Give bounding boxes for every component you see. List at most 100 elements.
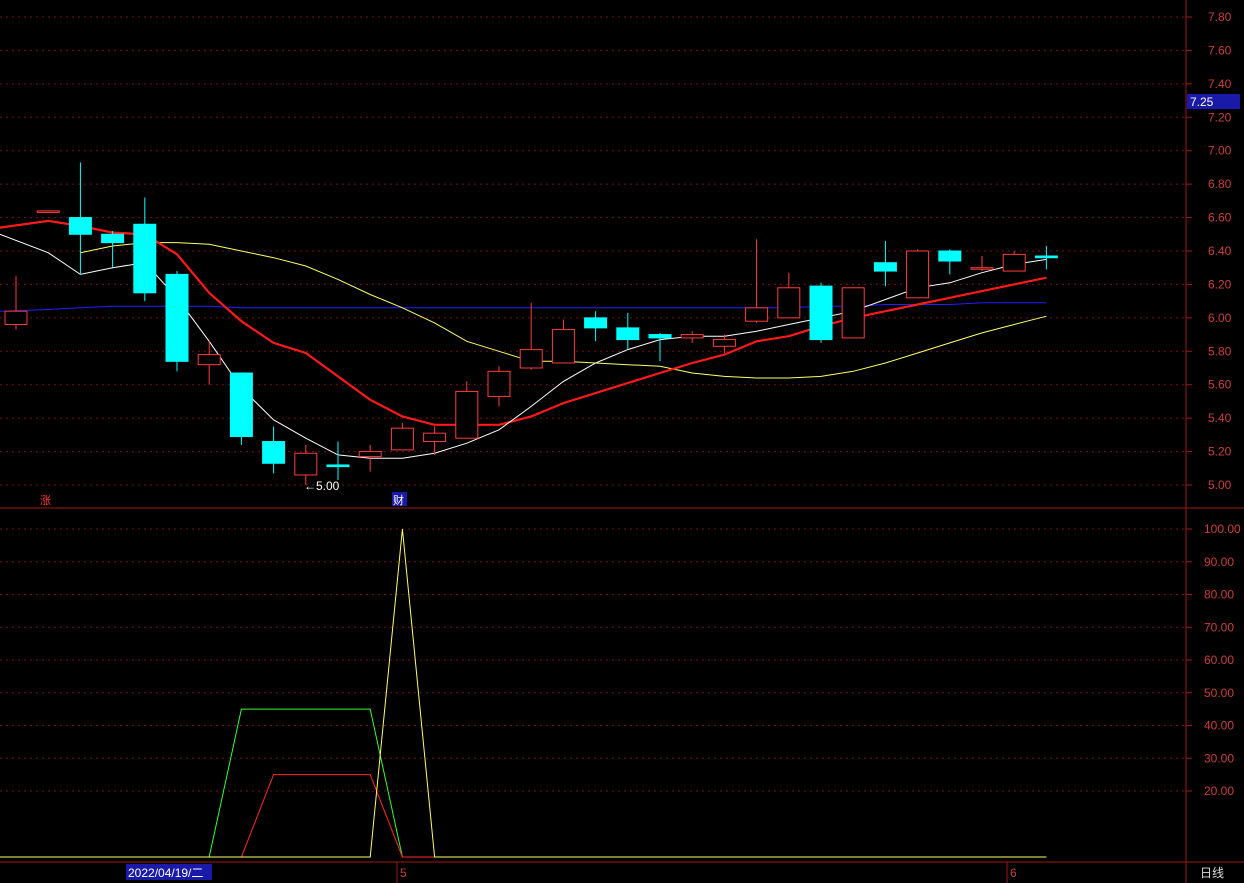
price-tick-label: 7.80 (1208, 10, 1232, 24)
indicator-tick-label: 90.00 (1204, 555, 1234, 569)
candle (777, 272, 801, 319)
indicator-tick-label: 50.00 (1204, 686, 1234, 700)
month6-label: 6 (1010, 866, 1017, 880)
candle (584, 311, 608, 342)
candle (4, 276, 28, 330)
candlesticks (4, 162, 1058, 485)
candle-body-down (165, 273, 189, 362)
candle (1034, 245, 1058, 270)
candle-body-up (712, 339, 736, 347)
candle-body-up (423, 432, 447, 443)
price-tick-label: 5.20 (1208, 445, 1232, 459)
candle-body-up (36, 210, 60, 213)
candle-body-up (745, 307, 769, 322)
price-tick-label: 7.40 (1208, 77, 1232, 91)
candle-body-down (873, 262, 897, 272)
price-tick-label: 5.80 (1208, 344, 1232, 358)
mark-cai: 财 (393, 493, 404, 507)
indicator-axis-ticks: 100.00 90.00 80.00 70.00 60.00 50.00 40.00 30.0… (1186, 522, 1241, 798)
indicator-series-0 (0, 708, 1047, 858)
indicator-series-1 (0, 774, 1047, 858)
candle (938, 249, 962, 275)
moving-average-lines (0, 219, 1047, 459)
candle (841, 287, 865, 339)
candle-body-up (390, 427, 414, 451)
price-tick-label: 6.20 (1208, 277, 1232, 291)
candle (680, 331, 704, 343)
price-axis-ticks: 7.80 7.60 7.40 7.20 7.00 6.80 6.60 6.40 6.20 6.00… (1186, 10, 1232, 492)
candle (616, 312, 640, 350)
indicator-tick-label: 80.00 (1204, 588, 1234, 602)
candle-body-up (358, 451, 382, 458)
candle-body-up (1002, 253, 1026, 272)
month5-label: 5 (400, 866, 407, 880)
price-tick-label: 5.40 (1208, 411, 1232, 425)
candle-body-down (262, 441, 286, 464)
candle-body-down (133, 223, 157, 294)
candle-body-down (68, 217, 92, 235)
candle (745, 239, 769, 323)
price-tick-label: 6.60 (1208, 211, 1232, 225)
candle-body-up (455, 390, 479, 439)
candle (133, 197, 157, 302)
candle-body-down (1034, 255, 1058, 259)
candle (551, 319, 575, 364)
grid (0, 16, 1186, 792)
candle-body-up (841, 287, 865, 339)
candle (165, 271, 189, 372)
candle-body-up (551, 329, 575, 364)
candle (519, 302, 543, 370)
candle (197, 341, 221, 385)
candle (101, 230, 125, 268)
candle (229, 372, 253, 445)
price-tick-label: 7.20 (1208, 110, 1232, 124)
candle-body-up (680, 334, 704, 339)
stock-chart[interactable]: 7.80 7.60 7.40 7.20 7.00 6.80 6.60 6.40 6.20 6.00… (0, 0, 1244, 883)
mark-zhang: 涨 (40, 494, 51, 507)
min-price-marker: ←5.00 (304, 479, 340, 493)
indicator-tick-label: 70.00 (1204, 620, 1234, 634)
indicator-tick-label: 60.00 (1204, 653, 1234, 667)
price-tick-label: 6.40 (1208, 244, 1232, 258)
candle (68, 162, 92, 275)
candle (262, 426, 286, 474)
current-price-label: 7.25 (1190, 95, 1214, 109)
price-tick-label: 5.00 (1208, 478, 1232, 492)
indicator-tick-label: 20.00 (1204, 784, 1234, 798)
candle-body-down (616, 327, 640, 341)
candle-body-up (294, 452, 318, 476)
candle-body-down (584, 317, 608, 329)
candle-body-up (519, 349, 543, 369)
candle (326, 441, 350, 480)
candle-body-down (648, 334, 672, 339)
candle-body-down (229, 372, 253, 438)
candle-body-down (809, 285, 833, 341)
candle (712, 334, 736, 353)
indicator-tick-label: 100.00 (1204, 522, 1241, 536)
date-label: 2022/04/19/二 (128, 866, 203, 880)
candle-body-up (487, 370, 511, 397)
price-tick-label: 7.60 (1208, 43, 1232, 57)
candle-body-down (938, 250, 962, 262)
candle-body-down (326, 464, 350, 468)
candle-body-up (4, 310, 28, 326)
candle (809, 282, 833, 343)
candle (455, 381, 479, 439)
price-tick-label: 6.80 (1208, 177, 1232, 191)
period-label[interactable]: 日线 (1200, 866, 1224, 880)
price-tick-label: 5.60 (1208, 378, 1232, 392)
axes (0, 0, 1244, 883)
candle-body-up (970, 267, 994, 270)
candle-body-up (777, 287, 801, 319)
candle (36, 210, 60, 213)
indicator-tick-label: 30.00 (1204, 751, 1234, 765)
price-tick-label: 6.00 (1208, 311, 1232, 325)
candle (873, 240, 897, 287)
candle (970, 256, 994, 272)
candle (1002, 251, 1026, 272)
candle (648, 332, 672, 362)
price-tick-label: 7.00 (1208, 144, 1232, 158)
candle (906, 249, 930, 299)
candle (487, 366, 511, 407)
candle (390, 423, 414, 451)
